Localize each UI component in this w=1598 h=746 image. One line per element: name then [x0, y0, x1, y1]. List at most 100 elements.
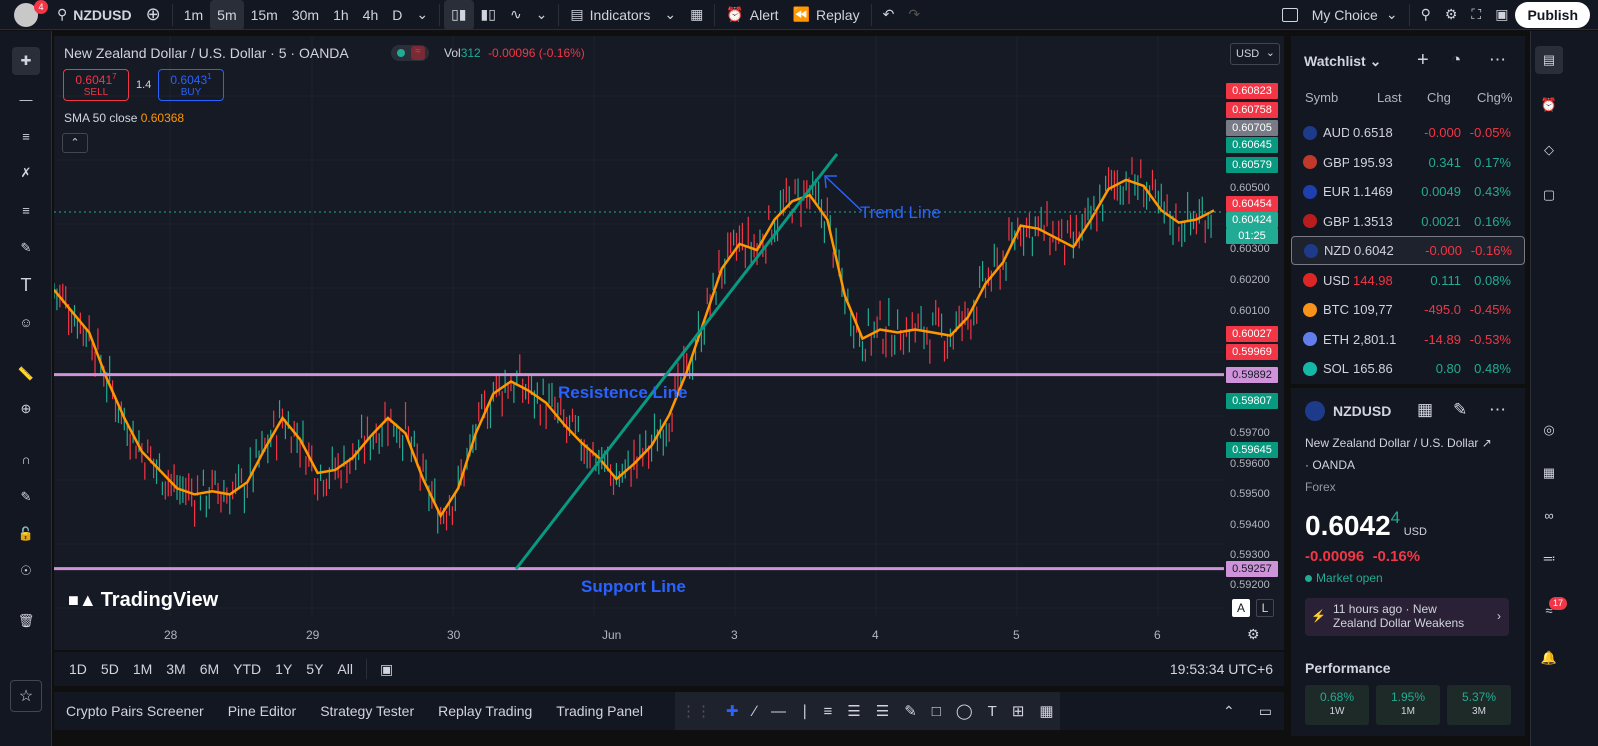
sell-button[interactable]: 0.60417 SELL — [63, 69, 129, 101]
ideas-icon[interactable]: ∞ — [1535, 501, 1563, 529]
log-scale-toggle[interactable]: L — [1256, 599, 1274, 617]
range-5y[interactable]: 5Y — [299, 661, 330, 677]
layers-icon[interactable]: ◇ — [1535, 136, 1563, 164]
performance-card[interactable]: 5.37% 3M — [1447, 685, 1511, 725]
trash-icon[interactable]: 🗑 — [12, 607, 40, 635]
range-1y[interactable]: 1Y — [268, 661, 299, 677]
auto-scale-toggle[interactable]: A — [1232, 599, 1250, 617]
favorites-star-icon[interactable]: ☆ — [10, 680, 42, 712]
unlock-icon[interactable]: 🔓 — [12, 520, 40, 548]
settings-gear-icon[interactable]: ⚙ — [1438, 0, 1465, 30]
publish-button[interactable]: Publish — [1515, 1, 1590, 28]
measure-icon[interactable]: ⊞ — [1012, 702, 1025, 720]
tab-replay-trading[interactable]: Replay Trading — [426, 703, 544, 719]
col-symbol[interactable]: Symb — [1305, 90, 1338, 105]
avatar[interactable]: 4 — [10, 0, 50, 30]
price-chart-svg[interactable] — [54, 36, 1284, 650]
more-options-icon[interactable]: ⋯ — [1489, 400, 1506, 420]
interval-15m[interactable]: 15m — [244, 0, 285, 30]
alerts-clock-icon[interactable]: ⏰ — [1535, 91, 1563, 119]
sma-legend[interactable]: SMA 50 close 0.60368 — [64, 111, 184, 125]
tab-trading-panel[interactable]: Trading Panel — [544, 703, 655, 719]
watchlist-row[interactable]: SOL 165.86 0.80 0.48% — [1291, 354, 1525, 383]
crosshair-icon[interactable]: ✚ — [12, 47, 40, 75]
bars-icon[interactable]: ▮▯ — [474, 0, 503, 30]
resistance-annotation[interactable]: Resistence Line — [558, 383, 687, 403]
target-icon[interactable]: ◎ — [1535, 416, 1563, 444]
screener-icon[interactable]: ≕ — [1535, 545, 1563, 573]
text-icon[interactable]: T — [988, 703, 997, 720]
circle-icon[interactable]: ◯ — [956, 702, 973, 720]
interval-1h[interactable]: 1h — [326, 0, 356, 30]
symbol-search[interactable]: ⚲ NZDUSD — [50, 0, 139, 30]
grid-icon[interactable]: ▦ — [1039, 702, 1053, 720]
maximize-panel-icon[interactable]: ▭ — [1247, 703, 1284, 720]
tab-strategy-tester[interactable]: Strategy Tester — [308, 703, 426, 719]
text-tool-icon[interactable]: T — [12, 271, 40, 299]
brush-tool-icon[interactable]: ✎ — [12, 234, 40, 262]
crosshair-tool-icon[interactable]: ✚ — [726, 702, 739, 720]
parallel-channel-icon[interactable]: ≡ — [824, 703, 833, 720]
drag-handle-icon[interactable]: ⋮⋮ — [681, 702, 711, 720]
watchlist-row[interactable]: USD 144.98 0.111 0.08% — [1291, 266, 1525, 295]
fullscreen-icon[interactable]: ⛶ — [1464, 0, 1488, 30]
watchlist-row[interactable]: BTC 109,77 -495.0 -0.45% — [1291, 295, 1525, 324]
forecast-tool-icon[interactable]: ≡ — [12, 196, 40, 224]
vertical-line-icon[interactable]: ∣ — [801, 702, 809, 720]
col-last[interactable]: Last — [1377, 90, 1402, 105]
redo-icon[interactable]: ↷ — [901, 0, 927, 30]
interval-5m[interactable]: 5m — [210, 0, 244, 30]
chevron-down-icon[interactable]: ⌄ — [657, 0, 683, 30]
chart-pane[interactable]: New Zealand Dollar / U.S. Dollar · 5 · O… — [54, 36, 1284, 650]
bell-icon[interactable]: 🔔 — [1535, 644, 1563, 672]
pattern-tool-icon[interactable]: ✗ — [12, 159, 40, 187]
undo-icon[interactable]: ↶ — [876, 0, 902, 30]
watchlist-row[interactable]: ETH 2,801.1 -14.89 -0.53% — [1291, 325, 1525, 354]
templates-icon[interactable]: ▦ — [683, 0, 710, 30]
brush-icon[interactable]: ✎ — [904, 702, 917, 720]
watchlist-row[interactable]: GBP 1.3513 0.0021 0.16% — [1291, 207, 1525, 236]
performance-card[interactable]: 1.95% 1M — [1376, 685, 1440, 725]
line-chart-icon[interactable]: ∿ — [503, 0, 529, 30]
interval-d[interactable]: D — [385, 0, 409, 30]
fib-tool-icon[interactable]: ≡ — [12, 122, 40, 150]
range-ytd[interactable]: YTD — [226, 661, 268, 677]
gann-icon[interactable]: ☰ — [876, 702, 889, 720]
watchlist-row[interactable]: AUD 0.6518 -0.000 -0.05% — [1291, 118, 1525, 147]
collapse-legend-chevron-up-icon[interactable]: ⌃ — [62, 133, 88, 153]
buy-button[interactable]: 0.60431 BUY — [158, 69, 224, 101]
rectangle-icon[interactable]: □ — [932, 703, 941, 720]
trend-line-tool-icon[interactable]: — — [12, 85, 40, 113]
chevron-down-icon[interactable]: ⌄ — [409, 0, 435, 30]
interval-4h[interactable]: 4h — [356, 0, 386, 30]
range-3m[interactable]: 3M — [159, 661, 192, 677]
watchlist-row[interactable]: NZD 0.6042 -0.000 -0.16% — [1291, 236, 1525, 265]
compare-plus-icon[interactable]: ⊕ — [139, 0, 168, 30]
horizontal-ray-icon[interactable]: — — [771, 703, 786, 720]
col-chg-pct[interactable]: Chg% — [1477, 90, 1512, 105]
chevron-down-icon[interactable]: ⌄ — [529, 0, 555, 30]
interval-30m[interactable]: 30m — [285, 0, 326, 30]
chat-icon[interactable]: ▢ — [1535, 181, 1563, 209]
emoji-icon[interactable]: ☺ — [12, 308, 40, 336]
performance-card[interactable]: 0.68% 1W — [1305, 685, 1369, 725]
range-all[interactable]: All — [330, 661, 360, 677]
candles-icon[interactable]: ▯▮ — [444, 0, 474, 30]
ruler-icon[interactable]: 📏 — [12, 360, 40, 388]
axis-settings-gear-icon[interactable]: ⚙ — [1247, 626, 1260, 643]
detail-symbol[interactable]: NZDUSD — [1305, 401, 1391, 421]
alert-button[interactable]: ⏰ Alert — [719, 0, 785, 30]
zoom-in-icon[interactable]: ⊕ — [12, 395, 40, 423]
date-range-calendar-icon[interactable]: ▣ — [373, 661, 400, 678]
camera-icon[interactable]: ▣ — [1488, 0, 1515, 30]
range-6m[interactable]: 6M — [193, 661, 226, 677]
col-chg[interactable]: Chg — [1427, 90, 1451, 105]
calendar-icon[interactable]: ▦ — [1535, 459, 1563, 487]
range-1d[interactable]: 1D — [62, 661, 94, 677]
currency-select[interactable]: USD ⌄ — [1230, 43, 1280, 65]
watchlist-title[interactable]: Watchlist ⌄ — [1304, 53, 1381, 70]
watchlist-row[interactable]: EUR 1.1469 0.0049 0.43% — [1291, 177, 1525, 206]
tab-pine-editor[interactable]: Pine Editor — [216, 703, 308, 719]
fib-retracement-icon[interactable]: ☰ — [847, 702, 860, 720]
trend-line-icon[interactable]: ∕ — [754, 703, 757, 720]
